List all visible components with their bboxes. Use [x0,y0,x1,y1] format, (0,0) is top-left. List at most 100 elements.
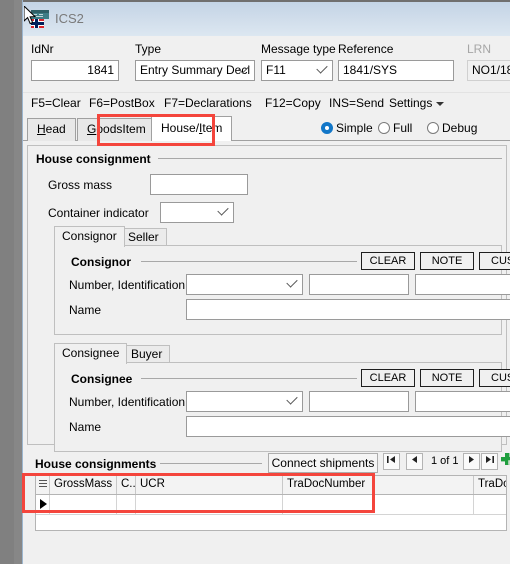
header-form: IdNr 1841 Type Entry Summary Decl Messag… [23,36,510,92]
type-label: Type [135,42,162,56]
consignee-identification-combobox[interactable] [186,391,303,412]
type-combobox-value: Entry Summary Decl [140,63,251,77]
menu-bar: F5=Clear F6=PostBox F7=Declarations F12=… [23,92,510,115]
house-consignments-grid[interactable]: GrossMass C.. UCR TraDocNumber TraDocTy [35,475,507,531]
plus-icon [501,453,510,465]
grid-header-c[interactable]: C.. [117,476,136,494]
last-record-icon [486,456,494,463]
consignor-extra-field[interactable] [415,274,510,295]
tab-house-item[interactable]: House/Item [151,116,233,141]
consignee-note-button[interactable]: NOTE [420,369,474,387]
subtab-consignee[interactable]: Consignee [54,343,128,364]
nav-last-button[interactable] [481,453,498,470]
row-selector-cell[interactable] [36,495,50,514]
grid-header-tradoctype[interactable]: TraDocTy [474,476,506,494]
first-record-icon [387,456,395,463]
previous-record-icon [412,456,417,463]
consignee-clear-button[interactable]: CLEAR [361,369,415,387]
consignor-identification-combobox[interactable] [186,274,303,295]
subtab-consignor[interactable]: Consignor [54,226,125,247]
gross-mass-label: Gross mass [48,178,113,192]
grid-header-row: GrossMass C.. UCR TraDocNumber TraDocTy [36,476,506,495]
nav-first-button[interactable] [383,453,400,470]
grid-header-ucr[interactable]: UCR [136,476,283,494]
chevron-down-icon [316,61,328,80]
menu-item-postbox[interactable]: F6=PostBox [89,96,155,110]
cell-tradocnumber[interactable] [283,495,474,514]
consignor-name-field[interactable] [186,299,510,320]
cell-c[interactable] [117,495,136,514]
application-window: ICS2 IdNr 1841 Type Entry Summary Decl M… [22,0,510,564]
grid-menu-icon [39,480,47,490]
radio-simple-label: Simple [336,121,373,135]
window-title: ICS2 [55,11,84,26]
container-indicator-combobox[interactable] [160,202,234,223]
connect-shipments-button[interactable]: Connect shipments [268,453,378,473]
lrn-field: NO1/1841 [467,60,510,81]
consignee-number-identification-label: Number, Identification [69,395,186,409]
nav-previous-button[interactable] [406,453,423,470]
message-type-combobox-value: F11 [266,63,286,77]
reference-label: Reference [338,42,394,56]
menu-item-copy[interactable]: F12=Copy [265,96,321,110]
consignee-name-label: Name [69,420,102,434]
house-consignments-section: House consignments Connect shipments 1 o… [27,449,510,559]
message-type-combobox[interactable]: F11 [261,60,333,81]
grid-corner-cell [36,476,50,494]
lrn-label: LRN [467,42,492,56]
menu-item-send[interactable]: INS=Send [329,96,384,110]
radio-dot-icon [321,122,333,134]
radio-full[interactable]: Full [378,121,412,135]
house-consignments-title: House consignments [35,457,157,471]
nav-next-button[interactable] [463,453,480,470]
container-indicator-label: Container indicator [48,206,149,220]
cell-tradoctype[interactable] [474,495,506,514]
cell-grossmass[interactable] [50,495,117,514]
tab-head[interactable]: Head [27,118,76,141]
menu-item-settings[interactable]: Settings [389,96,445,110]
consignee-panel: Consignee CLEAR NOTE CUST Number, Identi… [54,362,510,452]
message-type-label: Message type [261,42,336,56]
radio-full-label: Full [393,121,413,135]
consignor-cust-button[interactable]: CUST [479,252,510,270]
radio-dot-icon [378,122,390,134]
consignor-number-field[interactable] [309,274,409,295]
grid-header-grossmass[interactable]: GrossMass [50,476,117,494]
cell-ucr[interactable] [136,495,283,514]
gross-mass-field[interactable] [150,174,248,195]
screen: ICS2 IdNr 1841 Type Entry Summary Decl M… [0,0,510,564]
app-icon [31,10,49,28]
house-consignment-panel: House consignment Gross mass Container i… [27,145,510,452]
consignee-cust-button[interactable]: CUST [479,369,510,387]
consignee-extra-field[interactable] [415,391,510,412]
record-position-label: 1 of 1 [431,455,459,467]
consignor-clear-button[interactable]: CLEAR [361,252,415,270]
house-item-page: House consignment Gross mass Container i… [23,141,510,561]
desktop-background [0,0,22,564]
idnr-label: IdNr [31,42,54,56]
add-record-button[interactable] [499,453,510,470]
chevron-down-icon [286,275,298,294]
radio-debug[interactable]: Debug [427,121,477,135]
consignor-number-identification-label: Number, Identification [69,278,186,292]
menu-item-declarations[interactable]: F7=Declarations [164,96,252,110]
current-row-marker-icon [40,499,47,509]
consignor-panel: Consignor CLEAR NOTE CUST Number, Identi… [54,245,510,335]
idnr-field[interactable]: 1841 [31,60,119,81]
type-combobox[interactable]: Entry Summary Decl [135,60,255,81]
title-bar: ICS2 [23,0,510,36]
radio-simple[interactable]: Simple [321,121,373,135]
menu-item-clear[interactable]: F5=Clear [31,96,81,110]
next-record-icon [469,456,474,463]
table-row[interactable] [36,495,506,515]
consignee-name-field[interactable] [186,416,510,437]
main-tab-strip: Head GoodsItem House/Item Simple Full De… [23,115,510,141]
grid-header-tradocnumber[interactable]: TraDocNumber [283,476,474,494]
menu-item-settings-label: Settings [389,96,433,110]
caret-down-icon [436,101,445,106]
consignee-number-field[interactable] [309,391,409,412]
consignor-note-button[interactable]: NOTE [420,252,474,270]
tab-goodsitem[interactable]: GoodsItem [77,118,156,141]
reference-field[interactable]: 1841/SYS [338,60,454,81]
radio-debug-label: Debug [442,121,478,135]
